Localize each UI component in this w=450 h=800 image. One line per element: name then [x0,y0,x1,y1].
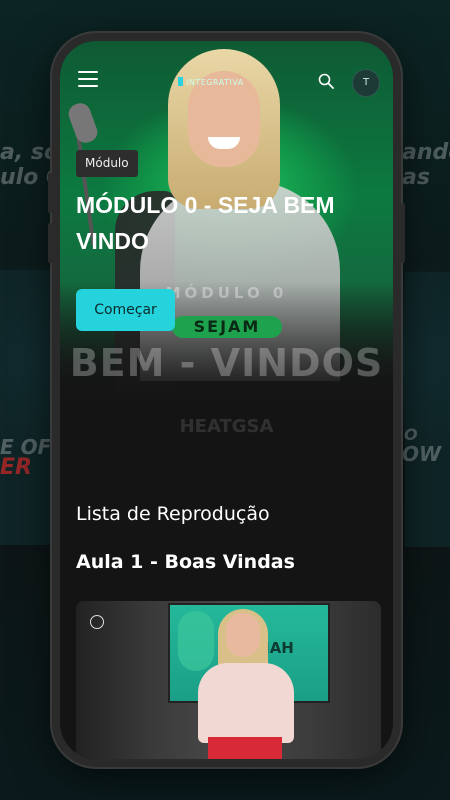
presenter-body [198,663,294,743]
presenter-face [226,613,260,657]
background-panel-right [405,272,450,547]
search-icon[interactable] [318,73,334,89]
lesson-thumbnail[interactable]: R MAH [76,601,381,759]
page-title: MÓDULO 0 - SEJA BEM VINDO [76,192,335,254]
phone-volume-button-2 [48,223,52,263]
logo-text: INTEGRATIVA [186,78,244,87]
lesson-select-radio[interactable] [90,615,104,629]
start-button[interactable]: Começar [76,289,175,331]
background-panel-left [0,270,52,545]
module-tag: Módulo [76,150,138,177]
lesson-title: Aula 1 - Boas Vindas [76,551,295,573]
avatar[interactable]: T [352,69,380,97]
top-bar: INTEGRATIVA T [60,63,393,103]
background-text-right-4: OW [402,442,442,466]
hero-banner-sejam: SEJAM [172,316,282,338]
thumbnail-tv-face [178,611,214,671]
hero-banner-brand: HEATGSA [179,416,274,437]
phone-volume-button [48,173,52,213]
logo-mark-icon [178,77,183,86]
hero-banner-bem-vindos: BEM - VINDOS [69,341,384,385]
phone-frame: MÓDULO 0 SEJAM BEM - VINDOS HEATGSA INTE… [48,33,405,767]
hamburger-menu-icon[interactable] [78,71,98,89]
background-text-right-2: as [402,165,430,190]
playlist-section-title: Lista de Reprodução [76,503,270,525]
presenter-skirt [208,737,282,759]
background-text-left-4: ER [0,455,32,480]
microphone-icon [65,100,101,146]
phone-power-button [401,203,405,263]
background-text-right-1: ando [402,140,450,165]
app-screen: MÓDULO 0 SEJAM BEM - VINDOS HEATGSA INTE… [60,41,393,759]
hero-banner: MÓDULO 0 SEJAM BEM - VINDOS HEATGSA [60,41,393,481]
app-logo: INTEGRATIVA [178,77,244,87]
